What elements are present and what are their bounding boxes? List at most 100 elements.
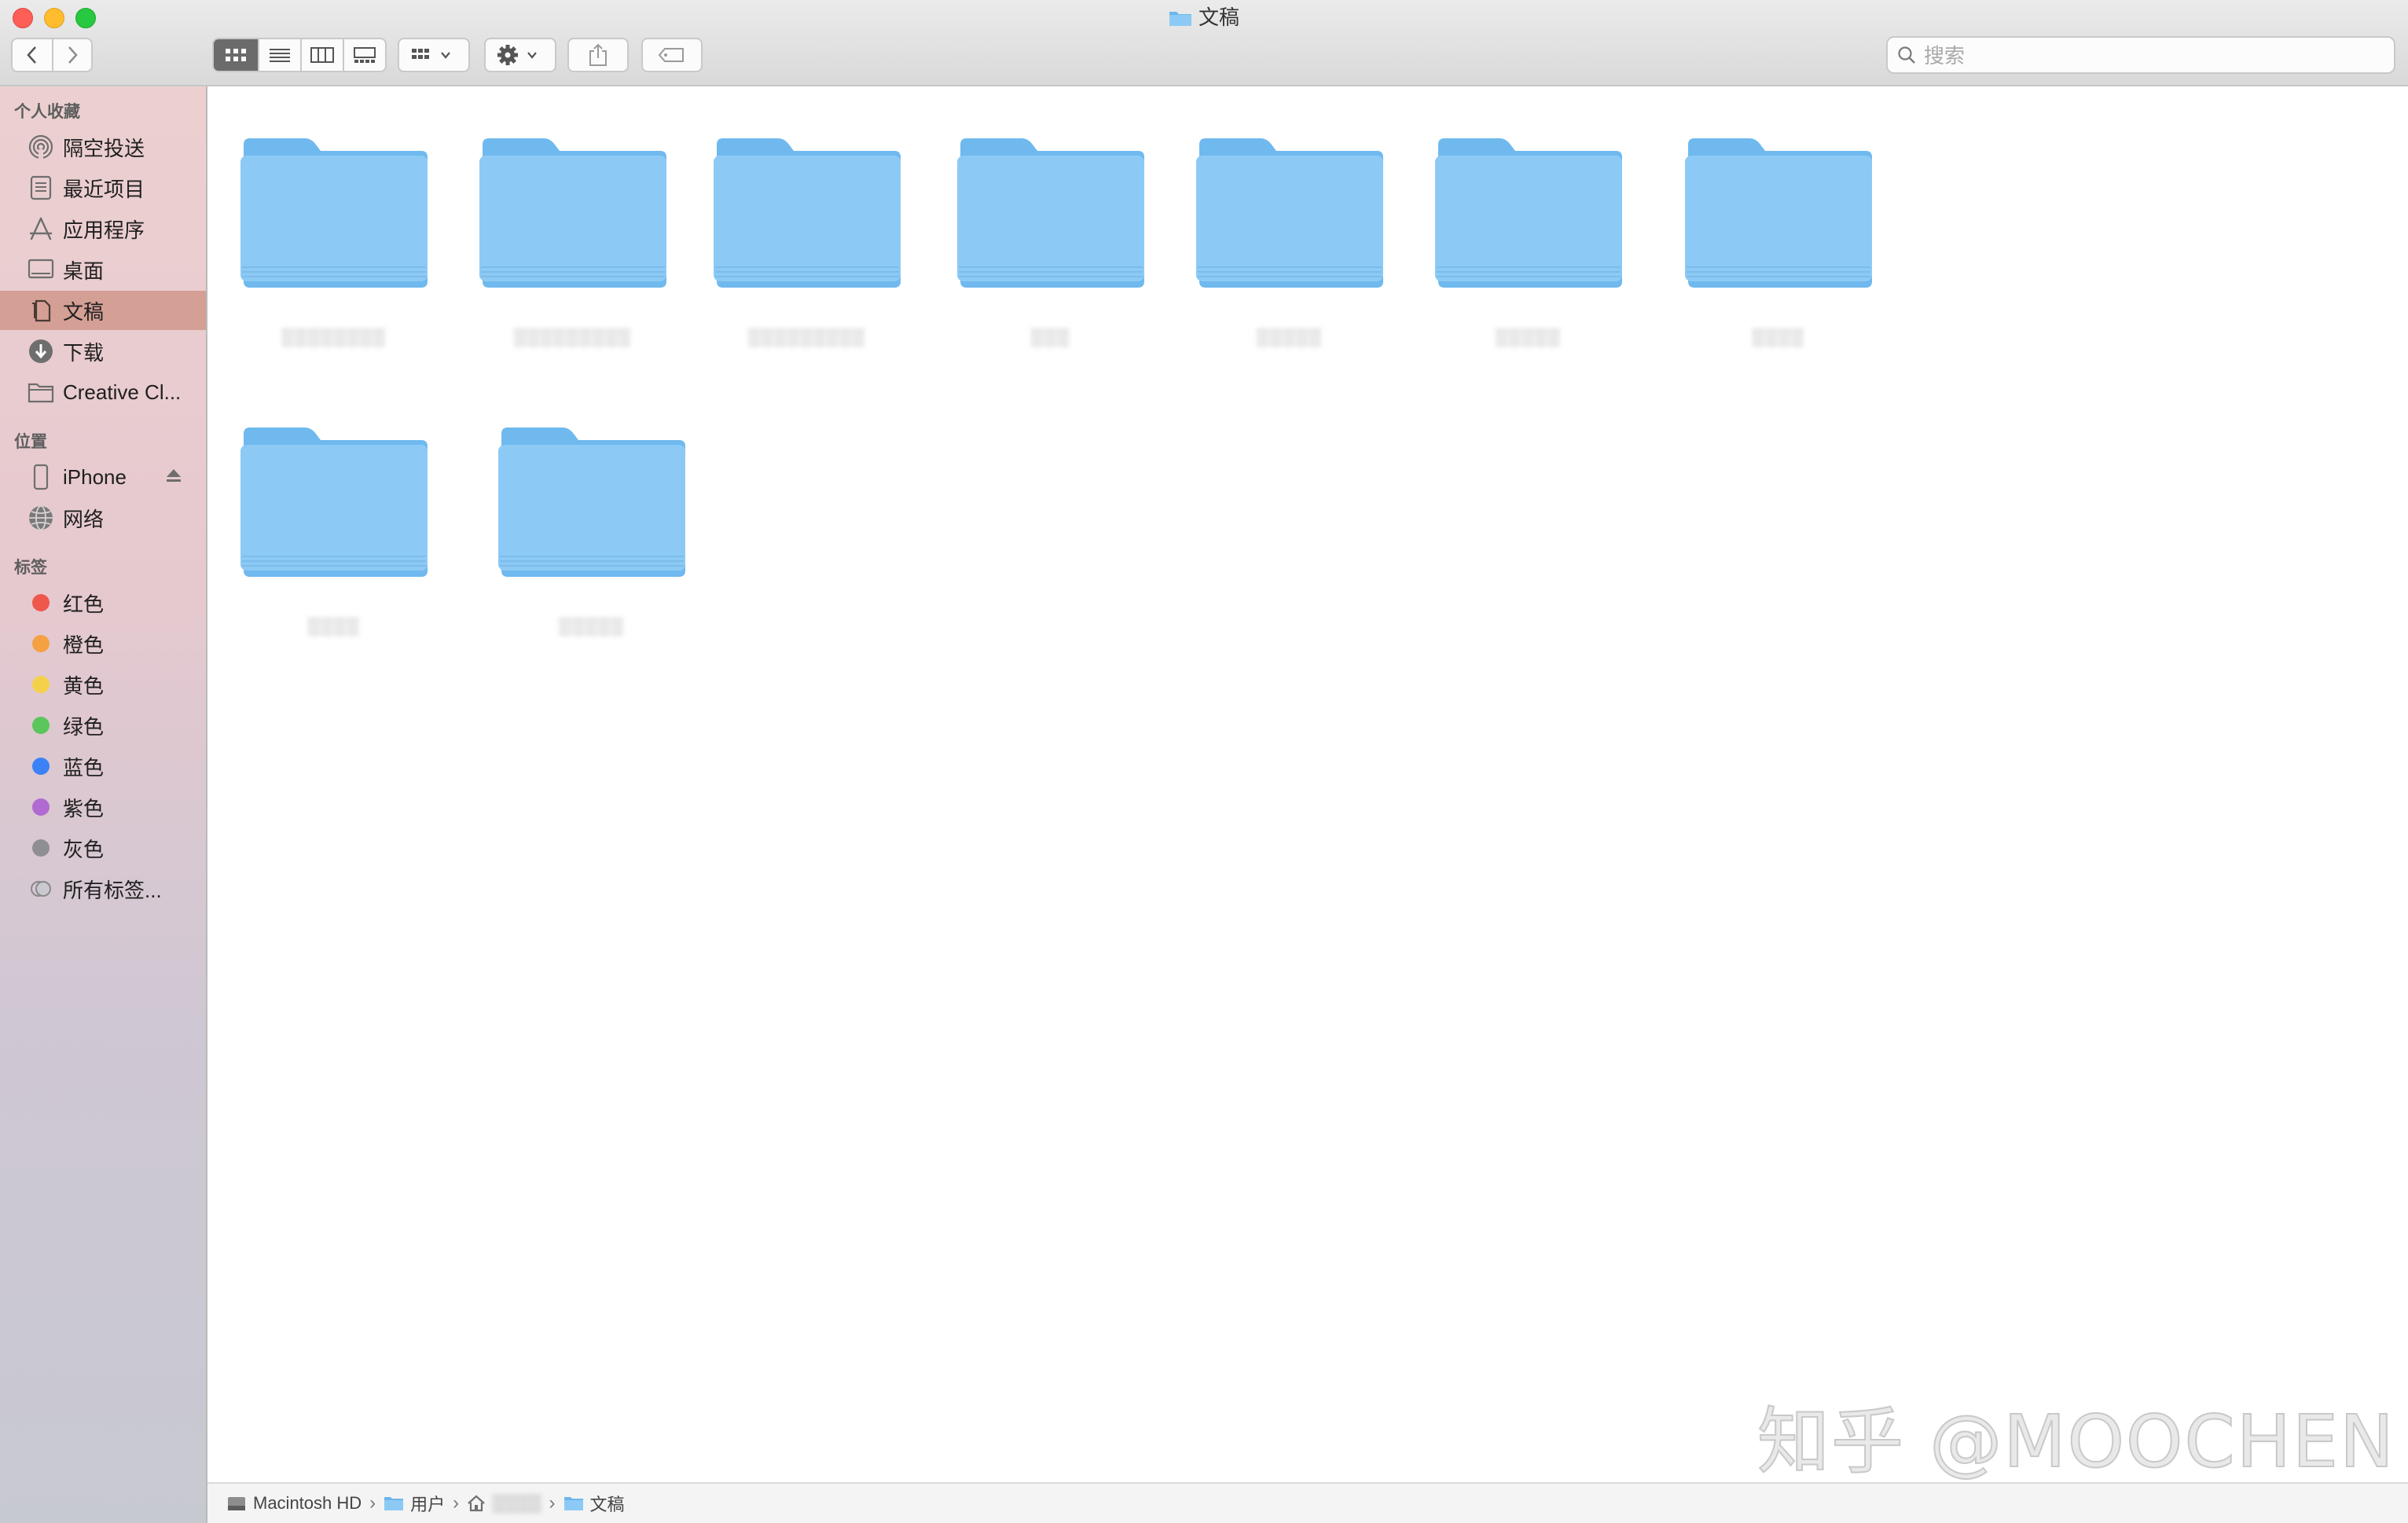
sidebar-item-label: 隔空投送 xyxy=(63,136,145,160)
eject-icon[interactable] xyxy=(165,468,182,483)
sidebar-item-creative-cloud[interactable]: Creative Cl... xyxy=(0,372,206,412)
sidebar-item-network[interactable]: 网络 xyxy=(0,498,206,538)
path-crumb-macintosh-hd[interactable]: Macintosh HD xyxy=(226,1493,362,1514)
path-crumb-label: Macintosh HD xyxy=(253,1493,362,1513)
folder-icon xyxy=(1685,138,1872,288)
sidebar-item-label: 下载 xyxy=(63,340,105,365)
back-button[interactable] xyxy=(13,39,52,71)
sidebar-item-label: 应用程序 xyxy=(63,218,145,242)
file-browser-content: ░░░░░░░░ ░░░░░░░░░ ░░░░░░░░░ ░░░ ░░░░░ ░… xyxy=(207,86,2408,1482)
share-button[interactable] xyxy=(567,38,629,72)
sidebar-item-label: 桌面 xyxy=(63,259,105,283)
path-crumb-users[interactable]: 用户 xyxy=(384,1491,445,1516)
share-icon xyxy=(589,43,607,66)
path-crumb-label: 用户 xyxy=(410,1495,446,1514)
folder-name: ░░░░░ xyxy=(558,616,624,636)
sidebar-item-label: 橙色 xyxy=(63,633,105,657)
home-icon xyxy=(467,1495,486,1512)
gray-tag-dot-icon xyxy=(32,839,50,857)
list-view-button[interactable] xyxy=(258,39,300,71)
list-icon xyxy=(270,49,290,62)
iphone-icon xyxy=(27,463,55,491)
action-menu-button[interactable] xyxy=(484,38,556,72)
sidebar-item-label: Creative Cl... xyxy=(63,380,182,404)
chevron-right-icon xyxy=(68,46,78,64)
sidebar-tag-blue[interactable]: 蓝色 xyxy=(0,747,206,786)
sidebar-item-airdrop[interactable]: 隔空投送 xyxy=(0,127,206,167)
sidebar-item-recents[interactable]: 最近项目 xyxy=(0,168,206,207)
folder-item[interactable] xyxy=(497,424,732,578)
folder-item[interactable] xyxy=(1433,135,1669,289)
gallery-view-button[interactable] xyxy=(343,39,385,71)
navigation-buttons xyxy=(11,38,93,72)
red-tag-dot-icon xyxy=(32,594,50,611)
search-input[interactable] xyxy=(1922,42,2389,69)
sidebar-item-iphone[interactable]: iPhone xyxy=(0,457,206,497)
sidebar: 个人收藏 隔空投送 最近项目 应用程序 桌面 文稿 下载 Creative Cl… xyxy=(0,86,207,1523)
columns-icon xyxy=(310,47,334,63)
window-title-text: 文稿 xyxy=(1198,6,1239,29)
sidebar-item-label: 黄色 xyxy=(63,673,105,698)
folder-icon xyxy=(479,138,666,288)
folder-item[interactable] xyxy=(239,135,475,289)
green-tag-dot-icon xyxy=(32,717,50,734)
path-bar: Macintosh HD › 用户 › ░░░░ › 文稿 xyxy=(207,1482,2408,1523)
edit-tags-button[interactable] xyxy=(641,38,703,72)
folder-item[interactable] xyxy=(239,424,475,578)
sidebar-tag-yellow[interactable]: 黄色 xyxy=(0,665,206,704)
folder-icon xyxy=(1169,6,1192,26)
folder-icon xyxy=(498,428,685,577)
folder-icon xyxy=(384,1495,404,1511)
sidebar-item-desktop[interactable]: 桌面 xyxy=(0,250,206,289)
icon-view-button[interactable] xyxy=(214,39,258,71)
documents-icon xyxy=(27,296,55,325)
folder-icon xyxy=(27,378,55,406)
desktop-icon xyxy=(27,255,55,284)
gallery-icon xyxy=(354,47,376,63)
network-icon xyxy=(27,504,55,532)
sidebar-tag-green[interactable]: 绿色 xyxy=(0,706,206,745)
column-view-button[interactable] xyxy=(300,39,343,71)
folder-name: ░░░░░░░░░ xyxy=(513,327,631,347)
path-crumb-documents[interactable]: 文稿 xyxy=(563,1491,625,1516)
sidebar-tag-orange[interactable]: 橙色 xyxy=(0,624,206,663)
path-separator: › xyxy=(453,1492,460,1514)
folder-icon xyxy=(240,138,428,288)
sidebar-item-downloads[interactable]: 下载 xyxy=(0,332,206,371)
search-icon xyxy=(1898,46,1915,64)
sidebar-tag-gray[interactable]: 灰色 xyxy=(0,828,206,868)
sidebar-tag-purple[interactable]: 紫色 xyxy=(0,787,206,827)
orange-tag-dot-icon xyxy=(32,635,50,652)
group-by-button[interactable] xyxy=(398,38,470,72)
window-toolbar: 文稿 xyxy=(0,0,2408,86)
view-mode-control xyxy=(212,38,387,72)
folder-icon xyxy=(1196,138,1383,288)
folder-icon xyxy=(714,138,901,288)
folder-name: ░░░░░░░░░ xyxy=(747,327,865,347)
sidebar-item-label: 绿色 xyxy=(63,714,105,739)
path-crumb-label: ░░░░ xyxy=(492,1493,541,1513)
folder-icon xyxy=(563,1495,584,1511)
sidebar-all-tags[interactable]: 所有标签... xyxy=(0,869,206,908)
folder-name: ░░░░░ xyxy=(1495,327,1561,347)
sidebar-tag-red[interactable]: 红色 xyxy=(0,583,206,622)
folder-item[interactable] xyxy=(1683,135,1919,289)
sidebar-item-applications[interactable]: 应用程序 xyxy=(0,209,206,248)
folder-item[interactable] xyxy=(956,135,1191,289)
chevron-left-icon xyxy=(27,46,36,64)
folder-item[interactable] xyxy=(712,135,948,289)
folder-item[interactable] xyxy=(1195,135,1430,289)
sidebar-item-documents[interactable]: 文稿 xyxy=(0,291,206,330)
path-separator: › xyxy=(369,1492,376,1514)
folder-item[interactable] xyxy=(478,135,714,289)
group-grid-icon xyxy=(412,49,450,59)
sidebar-item-label: 文稿 xyxy=(63,299,105,324)
hard-drive-icon xyxy=(226,1495,247,1512)
folder-name: ░░░ xyxy=(1030,327,1070,347)
search-field[interactable] xyxy=(1886,36,2395,74)
applications-icon xyxy=(27,215,55,243)
grid-icon xyxy=(226,49,246,61)
path-crumb-home[interactable]: ░░░░ xyxy=(467,1493,541,1514)
sidebar-item-label: 灰色 xyxy=(63,837,105,861)
forward-button[interactable] xyxy=(52,39,91,71)
